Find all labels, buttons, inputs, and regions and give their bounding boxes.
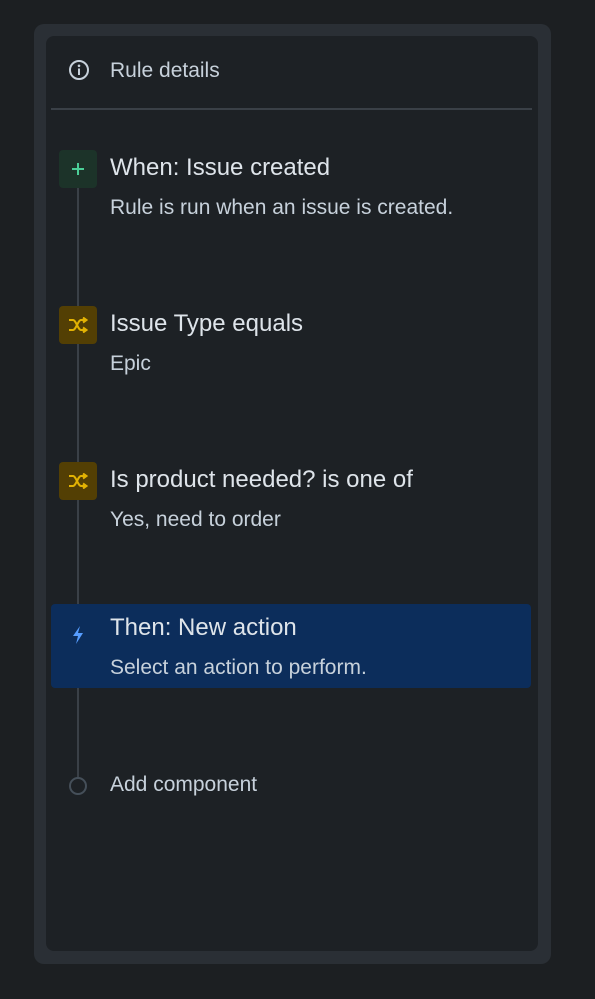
step-title: Is product needed? is one of	[110, 466, 413, 493]
step-title: When: Issue created	[110, 154, 331, 181]
rule-details-panel: Rule details When: Issue created Rule is…	[34, 24, 551, 964]
step-title: Then: New action	[110, 614, 297, 641]
step-trigger-issue-created[interactable]: When: Issue created Rule is run when an …	[51, 144, 531, 228]
rule-details-title: Rule details	[110, 59, 220, 82]
add-component-label: Add component	[110, 773, 258, 796]
rule-details-header[interactable]: Rule details	[46, 36, 538, 110]
rule-details-content: Rule details When: Issue created Rule is…	[46, 36, 538, 951]
step-title: Issue Type equals	[110, 310, 304, 337]
step-description: Yes, need to order	[110, 508, 281, 531]
step-action-new-action[interactable]: Then: New action Select an action to per…	[51, 604, 531, 688]
step-description: Select an action to perform.	[110, 656, 367, 679]
circle-icon	[69, 777, 87, 795]
shuffle-icon	[59, 462, 97, 500]
shuffle-icon	[59, 306, 97, 344]
plus-icon	[59, 150, 97, 188]
step-condition-issue-type[interactable]: Issue Type equals Epic	[51, 300, 531, 384]
info-icon	[68, 59, 90, 81]
step-description: Epic	[110, 352, 151, 375]
header-divider	[51, 108, 532, 110]
step-description: Rule is run when an issue is created.	[110, 196, 454, 219]
lightning-icon	[59, 616, 97, 654]
add-component-button[interactable]: Add component	[51, 766, 531, 806]
step-condition-product-needed[interactable]: Is product needed? is one of Yes, need t…	[51, 456, 531, 540]
